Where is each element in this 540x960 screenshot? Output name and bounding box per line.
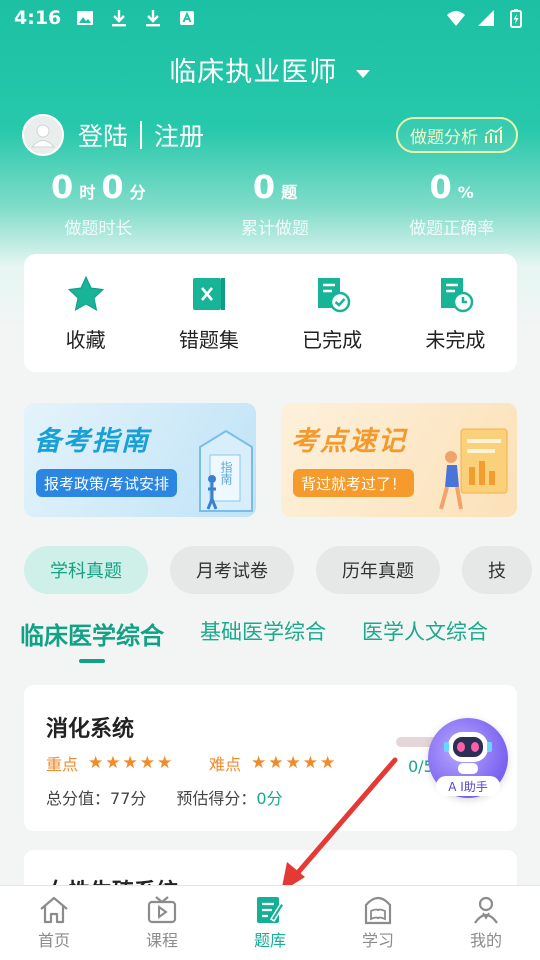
page-title: 临床执业医师 bbox=[169, 57, 338, 88]
wrong-book-icon bbox=[192, 277, 225, 310]
tab-clinical-medicine[interactable]: 临床医学综合 bbox=[20, 616, 164, 651]
stat-duration: 0 时 0 分 做题时长 bbox=[10, 168, 187, 239]
tab-medical-humanities[interactable]: 医学人文综合 bbox=[362, 616, 488, 651]
tab-label: 课程 bbox=[145, 931, 178, 950]
minutes-unit: 分 bbox=[129, 183, 146, 202]
tab-home[interactable]: 首页 bbox=[0, 886, 108, 960]
download-icon bbox=[146, 10, 161, 27]
key-point-label: 重点 bbox=[46, 755, 79, 774]
tab-question-bank[interactable]: 题库 bbox=[216, 886, 324, 960]
completed-label: 已完成 bbox=[302, 327, 363, 352]
caret-down-icon bbox=[355, 69, 370, 78]
status-bar: 4:16 bbox=[0, 0, 540, 36]
ai-assistant-label: A I助手 bbox=[436, 776, 500, 796]
difficulty-stars: ★★★★★ bbox=[251, 753, 338, 773]
unfinished-button[interactable]: 未完成 bbox=[394, 274, 517, 353]
tab-study[interactable]: 学习 bbox=[324, 886, 432, 960]
banner-title: 考点速记 bbox=[291, 426, 407, 457]
robot-icon bbox=[444, 732, 492, 774]
notes-illustration bbox=[439, 428, 508, 510]
wrong-questions-label: 错题集 bbox=[178, 327, 239, 352]
hours-value: 0 bbox=[51, 168, 74, 206]
total-value: 0 bbox=[252, 168, 276, 206]
estimate-score-label: 预估得分： bbox=[176, 789, 257, 808]
total-score-value: 77分 bbox=[110, 789, 147, 808]
favorites-button[interactable]: 收藏 bbox=[24, 274, 147, 353]
stats-row: 0 时 0 分 做题时长 0 题 累计做题 0 % 做题正确率 bbox=[0, 168, 540, 239]
profile-icon bbox=[474, 896, 498, 924]
avatar[interactable] bbox=[22, 114, 64, 156]
home-icon bbox=[40, 896, 68, 924]
cell-signal-icon bbox=[478, 10, 494, 26]
bar-chart-icon bbox=[485, 126, 503, 143]
video-course-icon bbox=[147, 896, 177, 924]
analysis-button-label: 做题分析 bbox=[410, 127, 478, 148]
question-bank-icon bbox=[257, 897, 286, 923]
accuracy-unit: % bbox=[457, 183, 474, 202]
star-icon bbox=[67, 275, 104, 311]
total-score-label: 总分值： bbox=[46, 789, 111, 808]
difficulty-label: 难点 bbox=[209, 755, 242, 774]
chip-skills[interactable]: 技 bbox=[462, 546, 532, 594]
completed-doc-icon bbox=[318, 277, 351, 312]
tab-label: 我的 bbox=[469, 931, 502, 950]
stat-total: 0 题 累计做题 bbox=[187, 168, 364, 239]
chip-subject-questions[interactable]: 学科真题 bbox=[24, 546, 148, 594]
tab-label: 首页 bbox=[37, 931, 70, 950]
banner-subtitle: 背过就考过了！ bbox=[293, 469, 415, 497]
user-silhouette-icon bbox=[30, 124, 56, 148]
key-points-banner[interactable]: 考点速记 背过就考过了！ bbox=[281, 403, 517, 517]
estimate-score-value: 0分 bbox=[256, 789, 283, 808]
study-icon bbox=[364, 896, 392, 925]
banner-title: 备考指南 bbox=[34, 426, 150, 457]
tab-label: 题库 bbox=[253, 931, 286, 950]
ai-assistant-button[interactable]: A I助手 bbox=[428, 718, 508, 798]
score-row: 总分值：77分 预估得分：0分 bbox=[46, 785, 283, 809]
wrong-questions-button[interactable]: 错题集 bbox=[147, 274, 270, 353]
subject-tabs: 临床医学综合 基础医学综合 医学人文综合 bbox=[20, 616, 488, 651]
app-notification-icon bbox=[180, 11, 195, 25]
difficulty-rating: 难点 ★★★★★ bbox=[209, 751, 337, 775]
wifi-icon bbox=[447, 11, 465, 26]
tab-courses[interactable]: 课程 bbox=[108, 886, 216, 960]
stat-label: 累计做题 bbox=[241, 219, 309, 239]
user-row: 登陆 注册 做题分析 bbox=[22, 114, 518, 156]
exam-guide-banner[interactable]: 备考指南 报考政策/考试安排 指南 bbox=[24, 403, 256, 517]
download-icon bbox=[112, 10, 127, 27]
minutes-value: 0 bbox=[101, 168, 124, 206]
stat-accuracy: 0 % 做题正确率 bbox=[363, 168, 540, 239]
login-link[interactable]: 登陆 bbox=[78, 117, 128, 153]
unfinished-label: 未完成 bbox=[425, 327, 486, 352]
completed-button[interactable]: 已完成 bbox=[271, 274, 394, 353]
guide-book-text: 指南 bbox=[219, 460, 233, 485]
banner-subtitle: 报考政策/考试安排 bbox=[36, 469, 178, 497]
stat-label: 做题时长 bbox=[64, 219, 133, 239]
clock: 4:16 bbox=[14, 7, 62, 29]
battery-charging-icon bbox=[510, 9, 522, 28]
key-point-rating: 重点 ★★★★★ bbox=[46, 751, 174, 775]
tab-label: 学习 bbox=[361, 931, 394, 950]
tab-profile[interactable]: 我的 bbox=[432, 886, 540, 960]
accuracy-value: 0 bbox=[429, 168, 452, 206]
login-register: 登陆 注册 bbox=[78, 117, 204, 153]
chip-past-papers[interactable]: 历年真题 bbox=[316, 546, 440, 594]
system-name: 消化系统 bbox=[46, 717, 135, 742]
bottom-tab-bar: 首页 课程 题库 学习 我的 bbox=[0, 885, 540, 960]
pending-doc-icon bbox=[441, 277, 474, 312]
total-unit: 题 bbox=[281, 183, 298, 202]
key-point-stars: ★★★★★ bbox=[88, 753, 175, 773]
register-link[interactable]: 注册 bbox=[154, 117, 204, 153]
question-type-tabs: 学科真题 月考试卷 历年真题 技 bbox=[24, 546, 532, 594]
stat-label: 做题正确率 bbox=[409, 219, 495, 239]
analysis-button[interactable]: 做题分析 bbox=[396, 117, 518, 153]
gallery-icon bbox=[77, 11, 94, 25]
exam-type-selector[interactable]: 临床执业医师 bbox=[0, 50, 540, 89]
tab-basic-medicine[interactable]: 基础医学综合 bbox=[200, 616, 326, 651]
guide-book-illustration: 指南 bbox=[199, 429, 253, 512]
hours-unit: 时 bbox=[79, 183, 96, 202]
favorites-label: 收藏 bbox=[65, 327, 106, 352]
quick-actions-card: 收藏 错题集 已完成 未完成 bbox=[24, 254, 517, 372]
chip-monthly-exam[interactable]: 月考试卷 bbox=[170, 546, 294, 594]
divider bbox=[140, 121, 143, 149]
